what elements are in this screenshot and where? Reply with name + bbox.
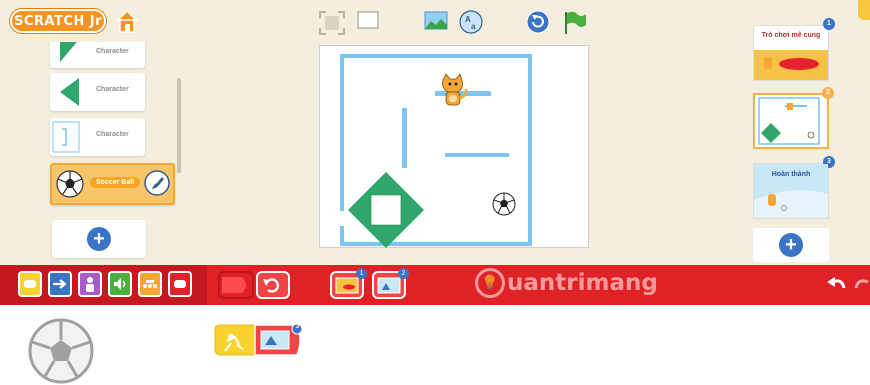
go-to-page-block[interactable]: 2	[372, 268, 409, 299]
page-preview	[758, 97, 820, 145]
script-page-badge: 3	[295, 324, 300, 330]
script-stack[interactable]: 3	[213, 323, 305, 357]
go-to-page-block[interactable]: 1	[330, 268, 367, 299]
home-icon[interactable]	[114, 8, 140, 34]
plus-icon: +	[779, 233, 803, 257]
soccer-ball-sprite	[492, 192, 516, 216]
sprite-card[interactable]: Character	[50, 42, 145, 68]
sprite-list-scrollbar[interactable]	[177, 78, 181, 173]
grid-toggle-icon[interactable]	[356, 10, 380, 32]
green-diamond-sprite	[348, 172, 424, 248]
end-block[interactable]	[218, 271, 254, 299]
add-sprite-button[interactable]: +	[52, 220, 146, 258]
scratchjr-logo: SCRATCH Jr	[10, 9, 106, 33]
fullscreen-icon[interactable]	[318, 10, 346, 36]
page-title: Hoàn thành	[771, 171, 811, 178]
reset-icon[interactable]	[526, 10, 550, 34]
sound-category-icon[interactable]	[108, 271, 132, 297]
stage-scene	[340, 54, 532, 248]
sprite-name: Character	[96, 86, 129, 93]
control-category-icon[interactable]	[138, 271, 162, 297]
selected-sprite-soccer-ball	[28, 318, 94, 384]
sprite-name: Soccer Ball	[90, 177, 141, 188]
undo-icon[interactable]	[826, 274, 848, 294]
background-icon[interactable]	[424, 10, 448, 32]
page-thumbnail[interactable]: 3 Hoàn thành	[753, 156, 835, 219]
sprite-card[interactable]: Character	[50, 118, 145, 156]
page-badge: 1	[356, 268, 367, 279]
end-category-icon[interactable]	[168, 271, 192, 297]
looks-category-icon[interactable]	[78, 271, 102, 297]
green-triangle-thumb	[60, 78, 79, 106]
lightbulb-icon: 💡	[475, 268, 505, 298]
blue-bracket-thumb	[52, 121, 80, 153]
paint-brush-icon[interactable]	[144, 170, 170, 196]
page-thumbnail[interactable]: 1 Trò chơi mê cung	[753, 18, 835, 81]
motion-category-icon[interactable]	[48, 271, 72, 297]
page-icon	[377, 277, 401, 294]
script-blocks	[214, 323, 303, 356]
sprite-card-selected[interactable]: Soccer Ball	[50, 163, 175, 205]
plus-icon: +	[87, 227, 111, 251]
soccer-ball-thumb	[56, 170, 84, 198]
maze-wall	[402, 108, 407, 168]
watermark-text: uantrimang	[507, 270, 658, 296]
add-page-button[interactable]: +	[753, 228, 829, 262]
page-preview	[754, 50, 828, 80]
text-icon[interactable]: A a	[458, 10, 484, 36]
svg-text:a: a	[471, 22, 476, 31]
green-flag-icon[interactable]	[562, 10, 588, 36]
maze-wall	[445, 153, 509, 157]
stage[interactable]	[319, 45, 589, 248]
trigger-category-icon[interactable]	[18, 271, 42, 297]
sprite-name: Character	[96, 48, 129, 55]
page-tab[interactable]	[858, 0, 870, 20]
sprite-card[interactable]: Character	[50, 73, 145, 111]
page-icon	[335, 277, 359, 294]
sprite-name: Character	[96, 131, 129, 138]
cat-sprite	[442, 73, 468, 106]
page-badge: 2	[398, 268, 409, 279]
watermark: 💡 uantrimang	[475, 265, 658, 301]
repeat-icon	[263, 278, 280, 293]
page-thumbnail-active[interactable]: 2	[753, 87, 834, 149]
script-area[interactable]	[0, 305, 870, 385]
redo-icon[interactable]	[852, 274, 870, 294]
green-triangle-thumb	[60, 42, 77, 62]
repeat-forever-block[interactable]	[256, 271, 290, 299]
